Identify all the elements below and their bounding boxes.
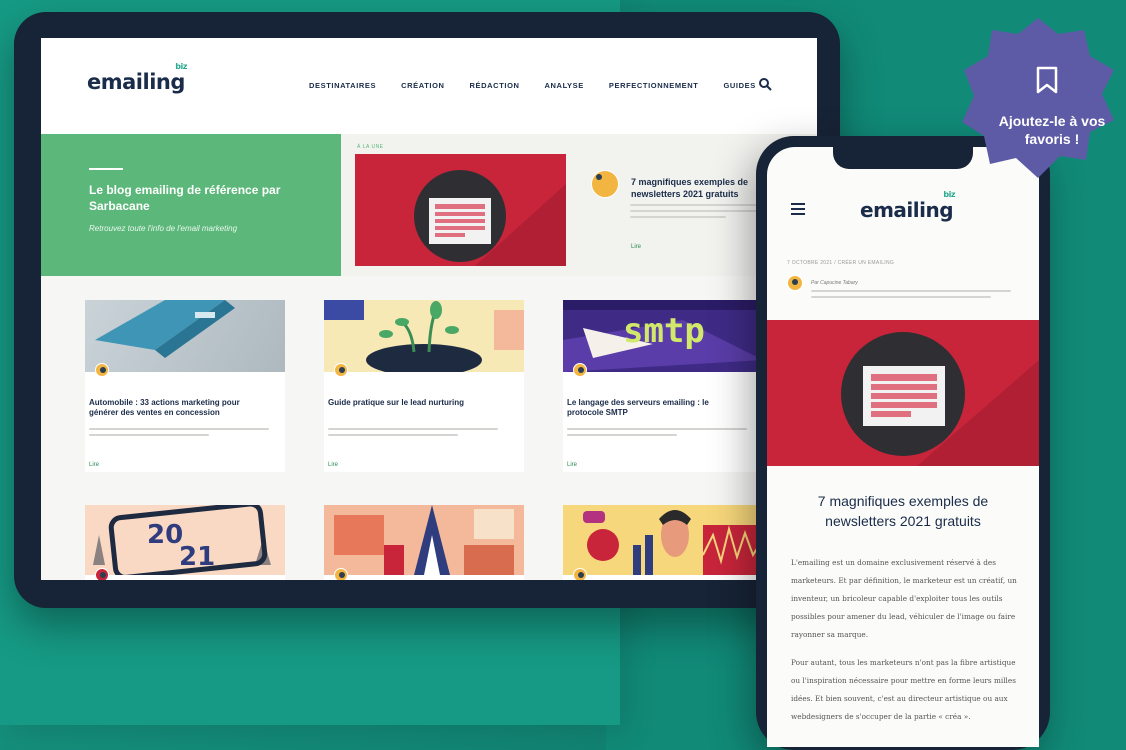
article-title[interactable]: Automobile : 33 actions marketing pour g… xyxy=(89,398,269,418)
search-icon[interactable] xyxy=(758,77,772,91)
main-nav: DESTINATAIRES CRÉATION RÉDACTION ANALYSE… xyxy=(309,81,781,90)
tablet-screen: emailing biz DESTINATAIRES CRÉATION RÉDA… xyxy=(41,38,817,580)
author-excerpt xyxy=(811,290,1021,302)
nav-item-creation[interactable]: CRÉATION xyxy=(401,81,444,90)
year-bottom-text: 21 xyxy=(179,542,215,572)
body-paragraph: Pour autant, tous les marketeurs n'ont p… xyxy=(791,658,1016,721)
author-avatar xyxy=(573,363,587,377)
article-excerpt xyxy=(89,428,269,440)
body-paragraph: L'emailing est un domaine exclusivement … xyxy=(791,558,1017,639)
article-card[interactable]: smtp Le langage des serveurs emailing : … xyxy=(563,300,763,472)
hero-title: Le blog emailing de référence par Sarbac… xyxy=(89,183,281,213)
article-thumbnail xyxy=(85,300,285,372)
article-card[interactable] xyxy=(563,505,763,580)
badge-text: Ajoutez-le à vos favoris ! xyxy=(998,113,1106,147)
smtp-text: smtp xyxy=(623,311,705,351)
site-logo[interactable]: emailing biz xyxy=(87,62,187,94)
featured-title[interactable]: 7 magnifiques exemples de newsletters 20… xyxy=(631,176,761,200)
article-meta: 7 OCTOBRE 2021 / CRÉER UN EMAILING xyxy=(787,260,895,266)
nav-item-destinataires[interactable]: DESTINATAIRES xyxy=(309,81,376,90)
article-title[interactable]: Le langage des serveurs emailing : le pr… xyxy=(567,398,747,418)
phone-screen: emailing biz 7 OCTOBRE 2021 / CRÉER UN E… xyxy=(767,147,1039,747)
article-card[interactable]: Automobile : 33 actions marketing pour g… xyxy=(85,300,285,472)
featured-article[interactable]: À LA UNE 7 magnifiques exemples de newsl… xyxy=(341,134,817,276)
year-top-text: 20 xyxy=(147,520,183,550)
mobile-logo-text: emailing xyxy=(860,198,954,222)
author-avatar xyxy=(95,568,109,580)
author-name: Par Capucine Tabary xyxy=(811,280,858,286)
logo-suffix: biz xyxy=(175,62,187,71)
nav-item-perfectionnement[interactable]: PERFECTIONNEMENT xyxy=(609,81,699,90)
mobile-hero-image xyxy=(767,320,1039,466)
article-excerpt xyxy=(328,428,508,440)
hero-subtitle: Retrouvez toute l'info de l'email market… xyxy=(89,224,238,233)
phone-device: emailing biz 7 OCTOBRE 2021 / CRÉER UN E… xyxy=(756,136,1050,750)
menu-icon[interactable] xyxy=(791,203,805,218)
featured-excerpt xyxy=(630,204,770,222)
nav-item-guides[interactable]: GUIDES xyxy=(723,81,755,90)
favorites-badge: Ajoutez-le à vos favoris ! xyxy=(958,16,1118,190)
mobile-article-title: 7 magnifiques exemples de newsletters 20… xyxy=(817,493,989,529)
author-avatar xyxy=(591,170,619,198)
article-thumbnail: 20 21 xyxy=(85,505,285,575)
article-thumbnail: smtp xyxy=(563,300,763,372)
author-avatar xyxy=(95,363,109,377)
hero-intro: Le blog emailing de référence par Sarbac… xyxy=(41,134,341,276)
featured-kicker: À LA UNE xyxy=(357,144,384,150)
nav-item-analyse[interactable]: ANALYSE xyxy=(545,81,584,90)
phone-notch xyxy=(833,147,973,169)
nav-item-redaction[interactable]: RÉDACTION xyxy=(470,81,520,90)
article-card[interactable] xyxy=(324,505,524,580)
article-title[interactable]: Guide pratique sur le lead nurturing xyxy=(328,398,508,408)
hero-divider xyxy=(89,168,123,170)
bookmark-icon xyxy=(1036,66,1058,94)
article-thumbnail xyxy=(324,505,524,575)
article-card[interactable]: Guide pratique sur le lead nurturing Lir… xyxy=(324,300,524,472)
author-avatar xyxy=(334,363,348,377)
featured-read-link[interactable]: Lire xyxy=(631,244,641,250)
site-header: emailing biz DESTINATAIRES CRÉATION RÉDA… xyxy=(41,38,817,134)
featured-image[interactable] xyxy=(355,154,566,266)
article-read-link[interactable]: Lire xyxy=(328,462,338,468)
article-card[interactable]: 20 21 xyxy=(85,505,285,580)
hero-section: Le blog emailing de référence par Sarbac… xyxy=(41,134,817,280)
article-read-link[interactable]: Lire xyxy=(89,462,99,468)
author-avatar xyxy=(787,275,803,291)
mobile-logo[interactable]: emailing biz xyxy=(860,190,956,222)
author-avatar xyxy=(573,568,587,580)
article-thumbnail xyxy=(324,300,524,372)
article-thumbnail xyxy=(563,505,763,575)
mobile-logo-suffix: biz xyxy=(943,190,956,199)
author-avatar xyxy=(334,568,348,580)
article-excerpt xyxy=(567,428,747,440)
logo-text: emailing xyxy=(87,70,185,94)
mobile-article-body: L'emailing est un domaine exclusivement … xyxy=(791,554,1017,736)
article-read-link[interactable]: Lire xyxy=(567,462,577,468)
tablet-device: emailing biz DESTINATAIRES CRÉATION RÉDA… xyxy=(14,12,840,608)
